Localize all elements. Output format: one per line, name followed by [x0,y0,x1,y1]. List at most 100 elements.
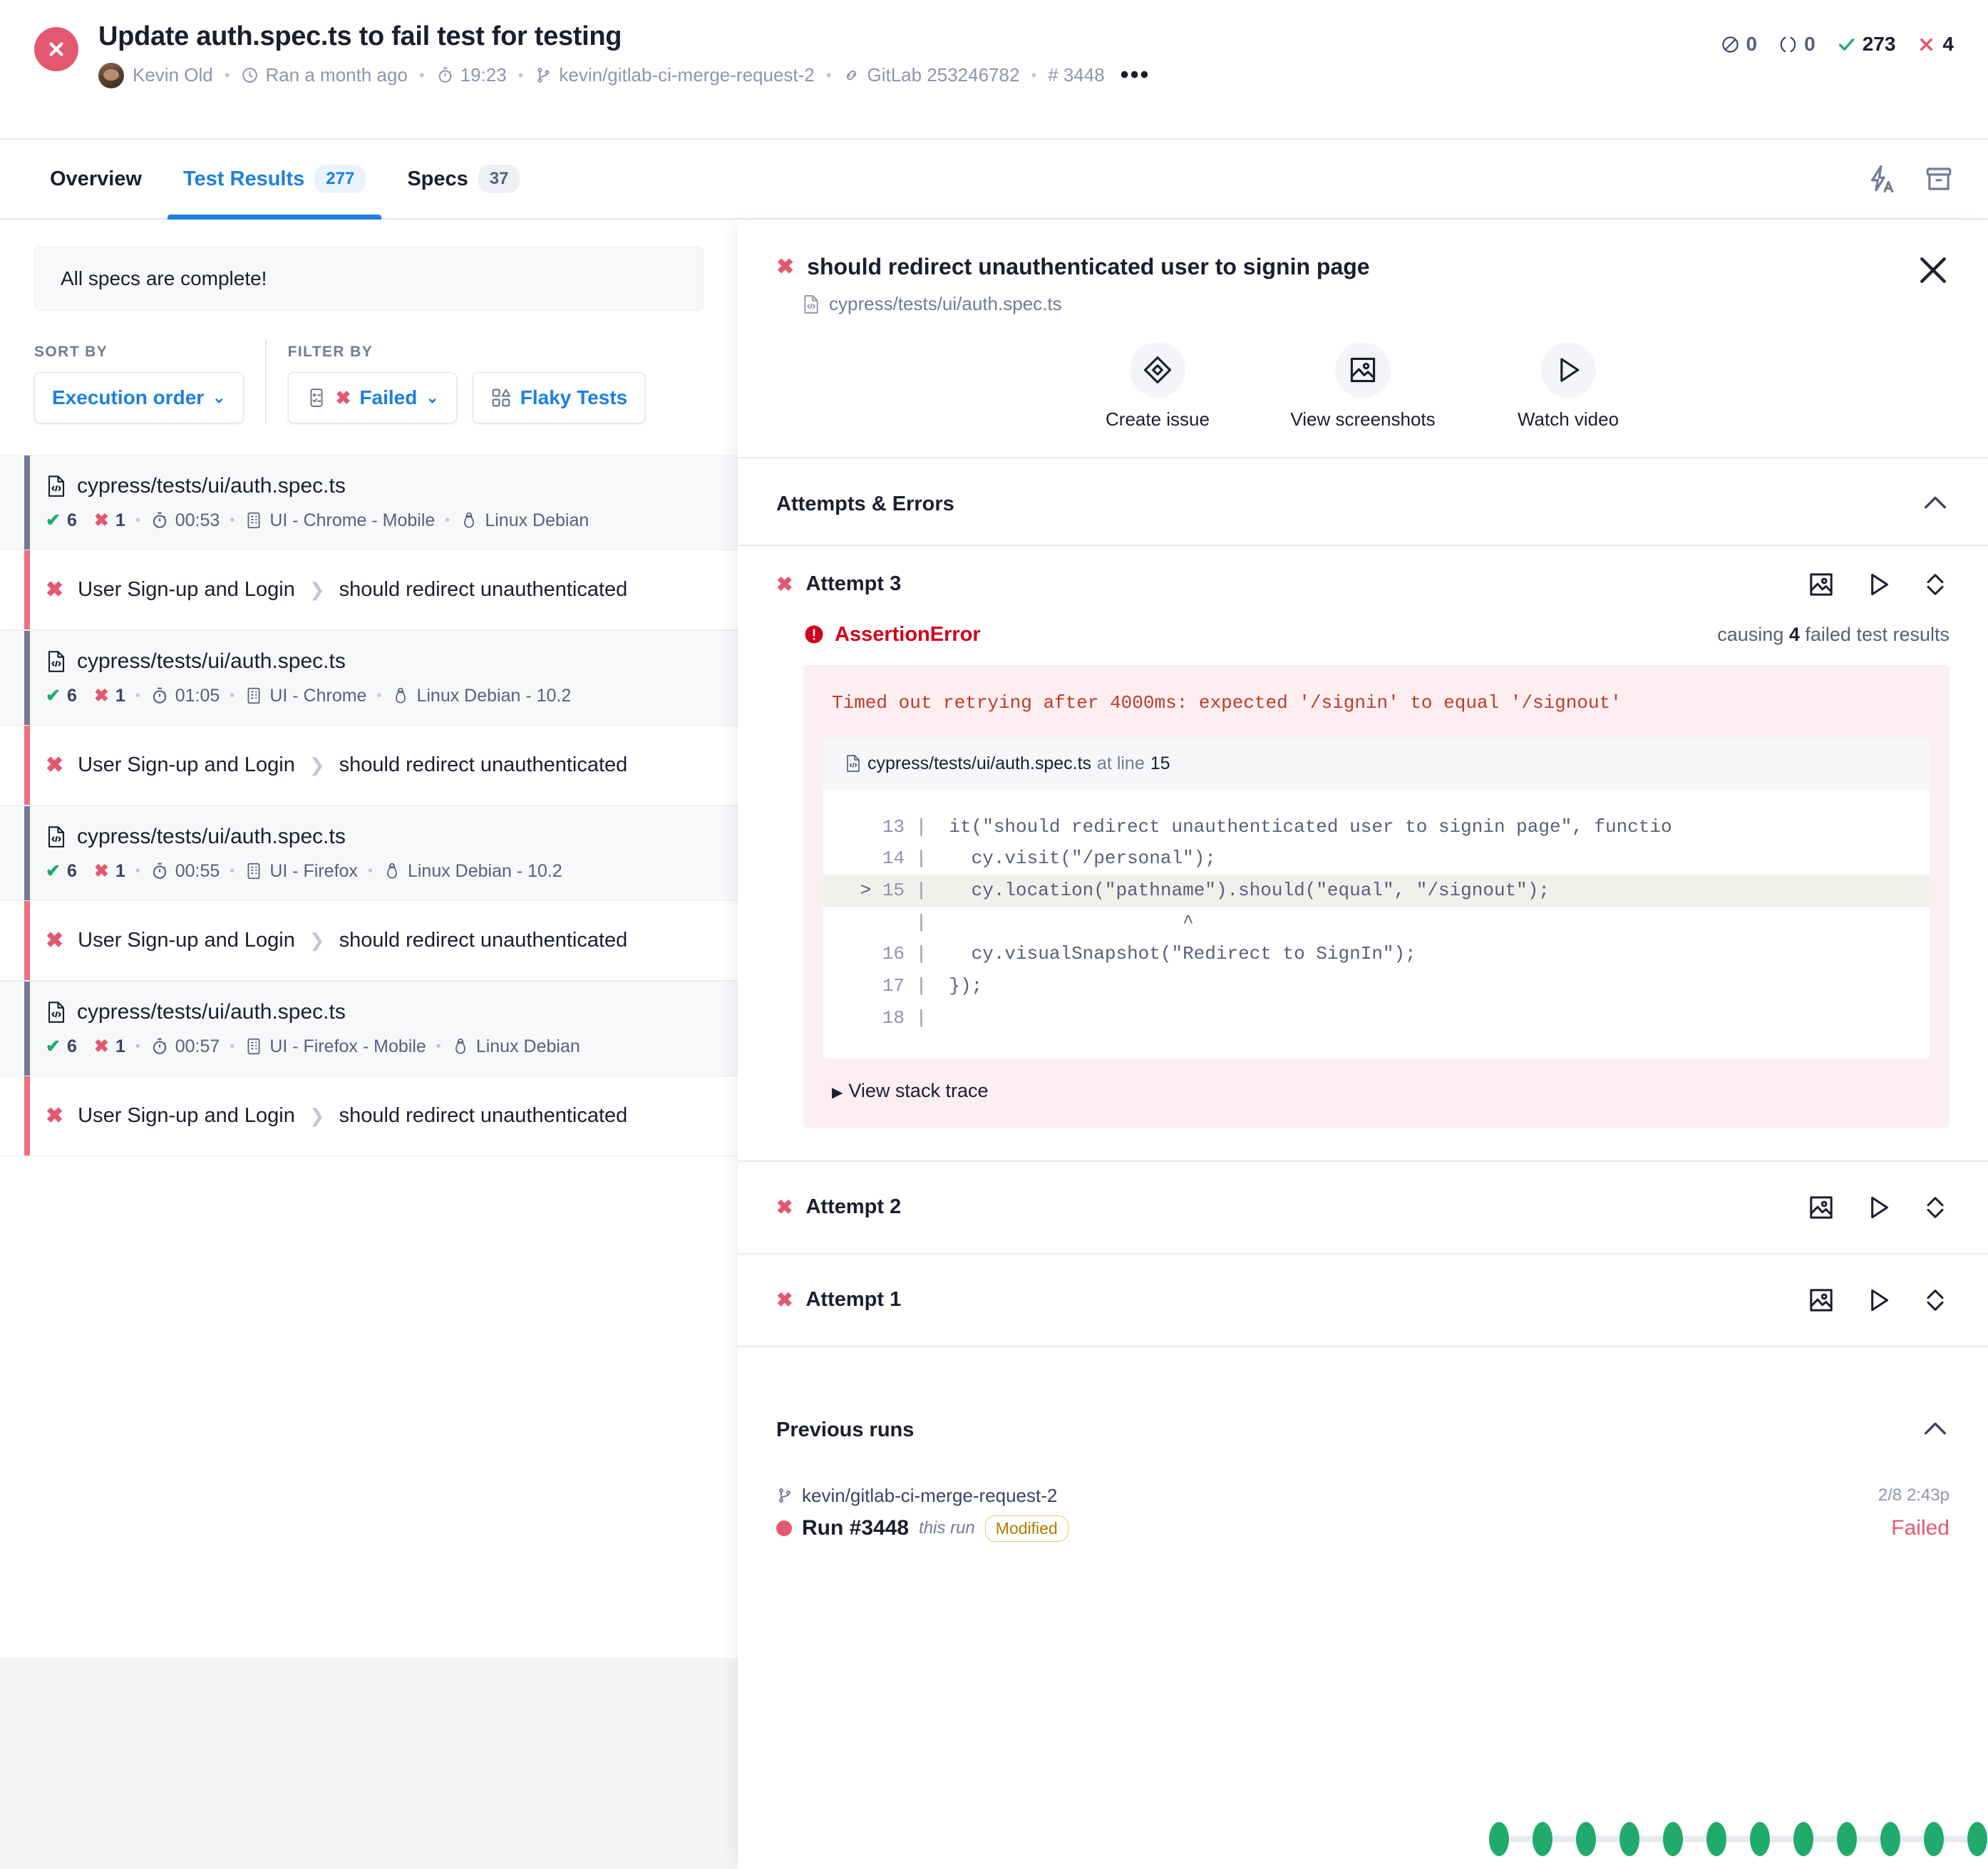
create-issue-button[interactable]: Create issue [1076,342,1240,431]
x-icon: ✖ [776,573,793,595]
spec-group: UI - Firefox [269,860,358,881]
flaky-tests-filter[interactable]: Flaky Tests [472,372,646,423]
failed-test-row[interactable]: ✖ User Sign-up and Login ❯ should redire… [0,1076,738,1156]
play-icon[interactable] [1864,1286,1892,1314]
spec-group: UI - Chrome - Mobile [269,510,436,530]
spec-meta: ✔ 6 ✖ 1 • 01:05 • UI - Chrome • Linux De… [46,685,572,706]
code-line-caret: | ^ [849,911,1194,933]
close-icon[interactable] [1914,251,1952,289]
spec-os: Linux Debian [475,1036,580,1056]
watch-video-label: Watch video [1517,408,1619,430]
code-line: 17 | }); [849,975,983,997]
tab-overview[interactable]: Overview [34,140,158,218]
expand-icon[interactable] [1921,1286,1950,1314]
test-name: should redirect unauthenticated [339,753,628,776]
chevron-right-icon: ❯ [309,930,325,951]
tab-count: 277 [314,165,366,193]
code-at-label: at line [1097,753,1145,773]
run-status-dot-icon [776,1520,792,1537]
run-author: Kevin Old [133,64,213,86]
flaky-tests-icon[interactable] [1865,164,1895,194]
all-specs-complete-banner: All specs are complete! [34,247,704,311]
code-line: 13 | it("should redirect unauthenticated… [849,815,1672,838]
attempt-1-header[interactable]: ✖ Attempt 1 [738,1255,1988,1346]
create-issue-icon [1144,356,1171,383]
code-line: 18 | [849,1006,927,1029]
screenshot-icon[interactable] [1807,1286,1835,1314]
spec-list: cypress/tests/ui/auth.spec.ts ✔ 6 ✖ 1 • 00… [0,455,738,1156]
x-icon: ✖ [776,1289,793,1312]
archive-icon[interactable] [1924,164,1954,194]
failed-test-row[interactable]: ✖ User Sign-up and Login ❯ should redire… [0,726,738,805]
test-suite: User Sign-up and Login [78,1104,295,1127]
chevron-up-icon[interactable] [1921,488,1950,520]
linux-os-icon [387,863,397,879]
triangle-right-icon: ▶ [832,1084,843,1101]
failed-test-row[interactable]: ✖ User Sign-up and Login ❯ should redire… [0,550,738,630]
attempt-2-header[interactable]: ✖ Attempt 2 [738,1162,1988,1253]
previous-runs-section-header[interactable]: Previous runs [738,1390,1988,1461]
test-name: should redirect unauthenticated [339,929,628,952]
spec-path: cypress/tests/ui/auth.spec.ts [46,1000,704,1024]
previous-run-time: 2/8 2:43p [1878,1486,1950,1505]
failed-test-row[interactable]: ✖ User Sign-up and Login ❯ should redire… [0,901,738,981]
code-snippet-file[interactable]: cypress/tests/ui/auth.spec.ts at line 15 [823,737,1930,790]
tabbar-actions [1865,164,1954,194]
x-icon: ✖ [93,686,109,706]
run-number: # 3448 [1048,64,1105,86]
expand-icon[interactable] [1921,1193,1950,1222]
spec-failed-count: 1 [115,685,125,706]
chevron-right-icon: ❯ [309,754,325,776]
x-icon [1920,38,1933,51]
spec-path-label: cypress/tests/ui/auth.spec.ts [77,649,346,673]
previous-run-branch: kevin/gitlab-ci-merge-request-2 [802,1484,1058,1506]
spec-os: Linux Debian [485,510,589,530]
run-branch[interactable]: kevin/gitlab-ci-merge-request-2 [535,64,815,86]
sort-order-dropdown[interactable]: Execution order ⌄ [34,372,244,423]
spec-passed-count: 6 [66,685,77,706]
code-file-path: cypress/tests/ui/auth.spec.ts [867,753,1092,773]
flaky-filter-value: Flaky Tests [520,386,628,408]
run-history-sparkline: M [1489,1822,1988,1856]
attempts-errors-section-header[interactable]: Attempts & Errors [738,458,1988,546]
view-stack-trace-label: View stack trace [848,1079,989,1101]
create-issue-label: Create issue [1106,408,1210,430]
attempt-3-header[interactable]: ✖ Attempt 3 [738,546,1988,623]
screenshot-icon[interactable] [1807,1193,1835,1222]
run-ci-provider[interactable]: GitLab 253246782 [843,64,1019,86]
x-icon: ✖ [46,929,64,952]
more-options-button[interactable]: ••• [1121,63,1150,86]
spec-group: UI - Firefox - Mobile [269,1036,426,1056]
spec-header-row[interactable]: cypress/tests/ui/auth.spec.ts ✔ 6 ✖ 1 • 01… [0,630,738,726]
view-screenshots-button[interactable]: View screenshots [1281,342,1445,431]
play-icon[interactable] [1864,1193,1892,1222]
watch-video-button[interactable]: Watch video [1486,342,1650,431]
chevron-up-icon[interactable] [1921,1414,1950,1446]
tab-test-results[interactable]: Test Results 277 [167,140,382,220]
browser-group-icon [247,1038,260,1055]
previous-run-item[interactable]: kevin/gitlab-ci-merge-request-2 2/8 2:43… [738,1461,1988,1542]
view-stack-trace-toggle[interactable]: ▶ View stack trace [803,1059,1950,1128]
screenshot-icon[interactable] [1807,570,1835,599]
chevron-down-icon: ⌄ [426,388,439,406]
collapse-icon[interactable] [1921,570,1950,599]
spec-header-row[interactable]: cypress/tests/ui/auth.spec.ts ✔ 6 ✖ 1 • 00… [0,981,738,1076]
run-meta: Kevin Old • Ran a month ago • 19:23 • ke… [98,62,1954,88]
stopwatch-icon [153,512,166,528]
tab-specs[interactable]: Specs 37 [391,140,535,218]
spec-header-row[interactable]: cypress/tests/ui/auth.spec.ts ✔ 6 ✖ 1 • 00… [0,455,738,550]
status-filter-dropdown[interactable]: ✖ Failed ⌄ [287,372,457,423]
spec-duration: 00:55 [175,860,220,881]
play-icon[interactable] [1864,570,1892,599]
sparkline-dots: M [1489,1822,1987,1856]
detail-spec-file[interactable]: cypress/tests/ui/auth.spec.ts [802,293,1950,315]
check-icon: ✔ [46,686,61,706]
previous-run-branch-row: kevin/gitlab-ci-merge-request-2 2/8 2:43… [776,1461,1950,1507]
filters-bar: SORT BY Execution order ⌄ FILTER BY ✖ Fa… [0,339,738,423]
spec-header-row[interactable]: cypress/tests/ui/auth.spec.ts ✔ 6 ✖ 1 • 00… [0,805,738,901]
filter-divider [264,339,267,423]
stopwatch-icon [438,67,451,83]
spec-failed-count: 1 [115,1036,125,1056]
detail-title-row: ✖ should redirect unauthenticated user t… [776,254,1950,280]
error-name: AssertionError [803,623,981,647]
